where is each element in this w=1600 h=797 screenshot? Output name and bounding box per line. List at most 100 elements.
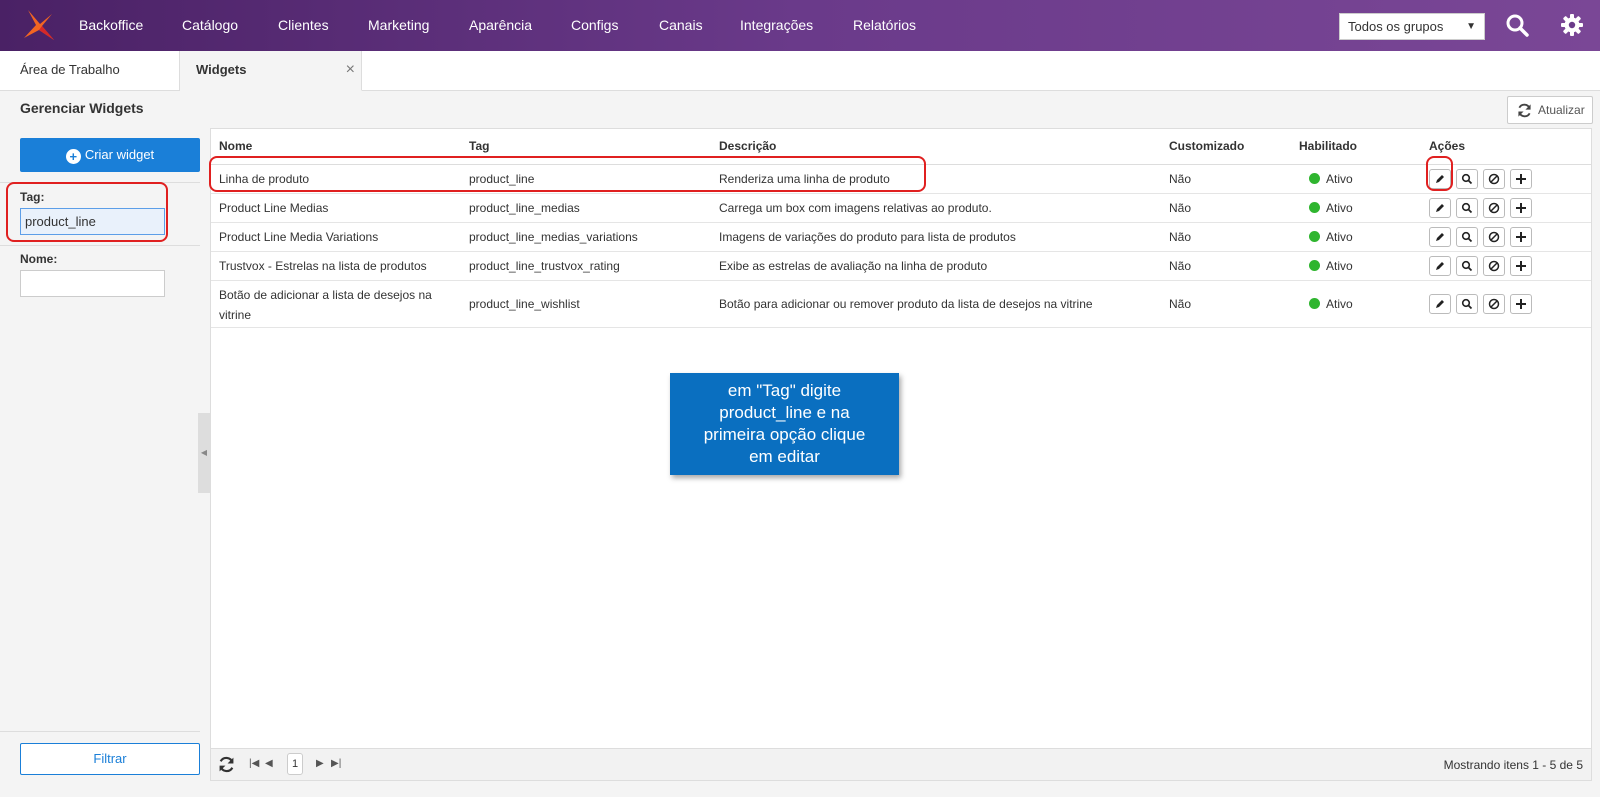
status-label: Ativo (1326, 259, 1353, 273)
cell-customizado: Não (1169, 172, 1192, 186)
gear-icon[interactable] (1559, 12, 1585, 38)
cell-customizado: Não (1169, 259, 1192, 273)
instruction-callout: em "Tag" digite product_line e na primei… (670, 373, 899, 475)
highlight-edit-button (1426, 156, 1453, 191)
nav-relatorios[interactable]: Relatórios (853, 0, 916, 51)
group-select-value: Todos os grupos (1348, 19, 1444, 34)
cell-tag: product_line_medias_variations (469, 230, 638, 244)
nav-clientes[interactable]: Clientes (278, 0, 329, 51)
plus-icon (1516, 232, 1526, 242)
col-descricao[interactable]: Descrição (719, 139, 776, 153)
search-icon[interactable] (1504, 12, 1530, 38)
nav-configs[interactable]: Configs (571, 0, 618, 51)
cell-tag: product_line_wishlist (469, 297, 580, 311)
callout-line: primeira opção clique (703, 425, 866, 444)
ban-icon (1488, 260, 1500, 272)
plus-icon (1516, 261, 1526, 271)
tab-area-de-trabalho[interactable]: Área de Trabalho (0, 51, 180, 91)
add-button[interactable] (1510, 227, 1532, 247)
status-label: Ativo (1326, 230, 1353, 244)
chevron-down-icon: ▼ (1466, 21, 1476, 32)
name-label: Nome: (20, 252, 58, 266)
magnifier-icon (1461, 202, 1473, 214)
status-label: Ativo (1326, 172, 1353, 186)
cell-habilitado: Ativo (1309, 256, 1353, 276)
first-page-icon[interactable]: |◀ (249, 758, 259, 769)
status-dot-icon (1309, 173, 1320, 184)
refresh-label: Atualizar (1538, 103, 1585, 117)
col-tag[interactable]: Tag (469, 139, 489, 153)
refresh-icon (1518, 103, 1531, 118)
status-label: Ativo (1326, 201, 1353, 215)
edit-button[interactable] (1429, 294, 1451, 314)
edit-button[interactable] (1429, 198, 1451, 218)
edit-button[interactable] (1429, 227, 1451, 247)
disable-button[interactable] (1483, 169, 1505, 189)
view-button[interactable] (1456, 169, 1478, 189)
disable-button[interactable] (1483, 227, 1505, 247)
collapse-sidebar-handle[interactable]: ◀ (198, 413, 210, 493)
current-page[interactable]: 1 (287, 753, 303, 775)
refresh-button[interactable]: Atualizar (1507, 96, 1593, 124)
magnifier-icon (1461, 298, 1473, 310)
add-button[interactable] (1510, 294, 1532, 314)
cell-nome-line: vitrine (219, 308, 252, 322)
close-icon[interactable]: × (346, 51, 355, 89)
callout-line: em editar (749, 447, 820, 466)
col-habilitado[interactable]: Habilitado (1299, 139, 1357, 153)
disable-button[interactable] (1483, 256, 1505, 276)
disable-button[interactable] (1483, 198, 1505, 218)
pencil-icon (1436, 204, 1444, 212)
add-button[interactable] (1510, 256, 1532, 276)
cell-habilitado: Ativo (1309, 227, 1353, 247)
status-dot-icon (1309, 231, 1320, 242)
prev-page-icon[interactable]: ◀ (265, 758, 273, 769)
view-button[interactable] (1456, 256, 1478, 276)
table-row[interactable]: Product Line Medias product_line_medias … (211, 194, 1591, 223)
tab-label: Área de Trabalho (20, 62, 120, 77)
nav-aparencia[interactable]: Aparência (469, 0, 532, 51)
col-customizado[interactable]: Customizado (1169, 139, 1244, 153)
magnifier-icon (1461, 260, 1473, 272)
plus-icon (1516, 174, 1526, 184)
status-dot-icon (1309, 298, 1320, 309)
create-widget-button[interactable]: + Criar widget (20, 138, 200, 172)
tab-label: Widgets (196, 62, 247, 77)
ban-icon (1488, 173, 1500, 185)
view-button[interactable] (1456, 198, 1478, 218)
refresh-icon[interactable] (218, 756, 235, 773)
nav-marketing[interactable]: Marketing (368, 0, 429, 51)
plus-icon (1516, 299, 1526, 309)
nav-backoffice[interactable]: Backoffice (79, 0, 143, 51)
table-row[interactable]: Trustvox - Estrelas na lista de produtos… (211, 252, 1591, 281)
group-select[interactable]: Todos os grupos ▼ (1339, 13, 1485, 40)
col-nome[interactable]: Nome (219, 139, 252, 153)
table-row[interactable]: Botão de adicionar a lista de desejos na… (211, 281, 1591, 328)
nav-canais[interactable]: Canais (659, 0, 703, 51)
table-row[interactable]: Product Line Media Variations product_li… (211, 223, 1591, 252)
add-button[interactable] (1510, 169, 1532, 189)
logo-icon[interactable] (22, 8, 56, 42)
cell-habilitado: Ativo (1309, 294, 1353, 314)
name-input[interactable] (20, 270, 165, 297)
next-page-icon[interactable]: ▶ (316, 758, 324, 769)
nav-integracoes[interactable]: Integrações (740, 0, 813, 51)
tab-widgets[interactable]: Widgets × (180, 51, 362, 91)
ban-icon (1488, 231, 1500, 243)
cell-nome: Botão de adicionar a lista de desejos na… (219, 285, 432, 325)
view-button[interactable] (1456, 294, 1478, 314)
edit-button[interactable] (1429, 256, 1451, 276)
add-button[interactable] (1510, 198, 1532, 218)
last-page-icon[interactable]: ▶| (331, 758, 341, 769)
grid-pager: |◀ ◀ 1 ▶ ▶| Mostrando itens 1 - 5 de 5 (211, 748, 1591, 780)
cell-customizado: Não (1169, 297, 1192, 311)
disable-button[interactable] (1483, 294, 1505, 314)
cell-descricao: Botão para adicionar ou remover produto … (719, 297, 1093, 311)
view-button[interactable] (1456, 227, 1478, 247)
cell-customizado: Não (1169, 201, 1192, 215)
filter-button[interactable]: Filtrar (20, 743, 200, 775)
divider (0, 731, 200, 732)
top-navbar: Backoffice Catálogo Clientes Marketing A… (0, 0, 1600, 51)
nav-catalogo[interactable]: Catálogo (182, 0, 238, 51)
cell-nome: Product Line Medias (219, 201, 329, 215)
